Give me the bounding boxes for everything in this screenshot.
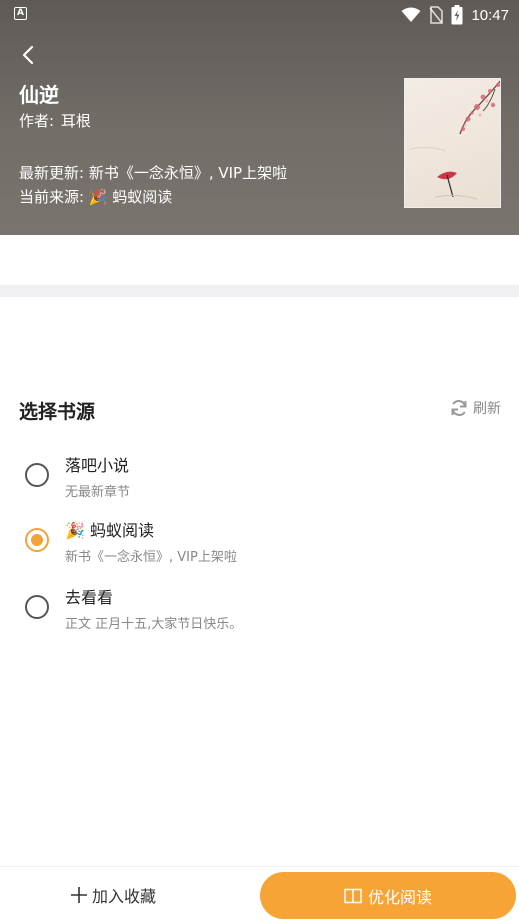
bottom-action-bar: 加入收藏 优化阅读 [0,866,519,922]
book-cover[interactable] [404,78,501,208]
source-latest-chapter: 无最新章节 [65,485,131,500]
book-author: 作者: 耳根 [19,110,93,131]
radio-button[interactable] [25,595,49,619]
current-source: 当前来源: 🎉 蚂蚁阅读 [19,188,173,206]
refresh-icon [451,400,467,416]
clock: 10:47 [471,6,509,24]
radio-button[interactable] [25,463,49,487]
latest-update: 最新更新: 新书《一念永恒》, VIP上架啦 [19,164,288,182]
section-title: 选择书源 [19,401,96,423]
status-bar: A 10:47 [0,0,519,30]
battery-charging-icon [451,5,463,25]
source-option-qukankan[interactable]: 去看看 正文 正月十五,大家节日快乐。 [0,578,519,638]
book-header: A 10:47 仙逆 作者: 耳根 最新更新: 新书《一念永恒》, VIP上架啦… [0,0,519,235]
read-button-label: 优化阅读 [367,887,432,907]
wifi-icon [401,7,421,22]
add-to-favorites-button[interactable]: 加入收藏 [70,883,156,907]
source-option-mayi[interactable]: 🎉 蚂蚁阅读 新书《一念永恒》, VIP上架啦 [0,512,519,572]
radio-button-selected[interactable] [25,528,49,552]
source-name: 落吧小说 [65,456,130,475]
plus-icon [71,887,87,903]
author-label: 作者: [19,112,55,130]
read-button[interactable]: 优化阅读 [260,872,516,919]
source-name: 去看看 [65,588,114,607]
app-notification-icon: A [14,7,27,20]
source-option-luoba[interactable]: 落吧小说 无最新章节 [0,446,519,506]
back-arrow-icon[interactable] [16,42,42,68]
source-latest-chapter: 正文 正月十五,大家节日快乐。 [65,617,243,632]
book-title: 仙逆 [19,83,59,107]
source-name: 🎉 蚂蚁阅读 [65,521,155,540]
refresh-label: 刷新 [473,401,501,417]
cover-art [409,80,500,200]
add-to-favorites-label: 加入收藏 [92,887,157,906]
no-sim-icon [429,6,444,24]
refresh-button[interactable]: 刷新 [449,398,501,418]
source-latest-chapter: 新书《一念永恒》, VIP上架啦 [65,550,237,565]
section-divider [0,285,519,297]
author-name: 耳根 [60,112,91,130]
book-open-icon [344,888,362,903]
